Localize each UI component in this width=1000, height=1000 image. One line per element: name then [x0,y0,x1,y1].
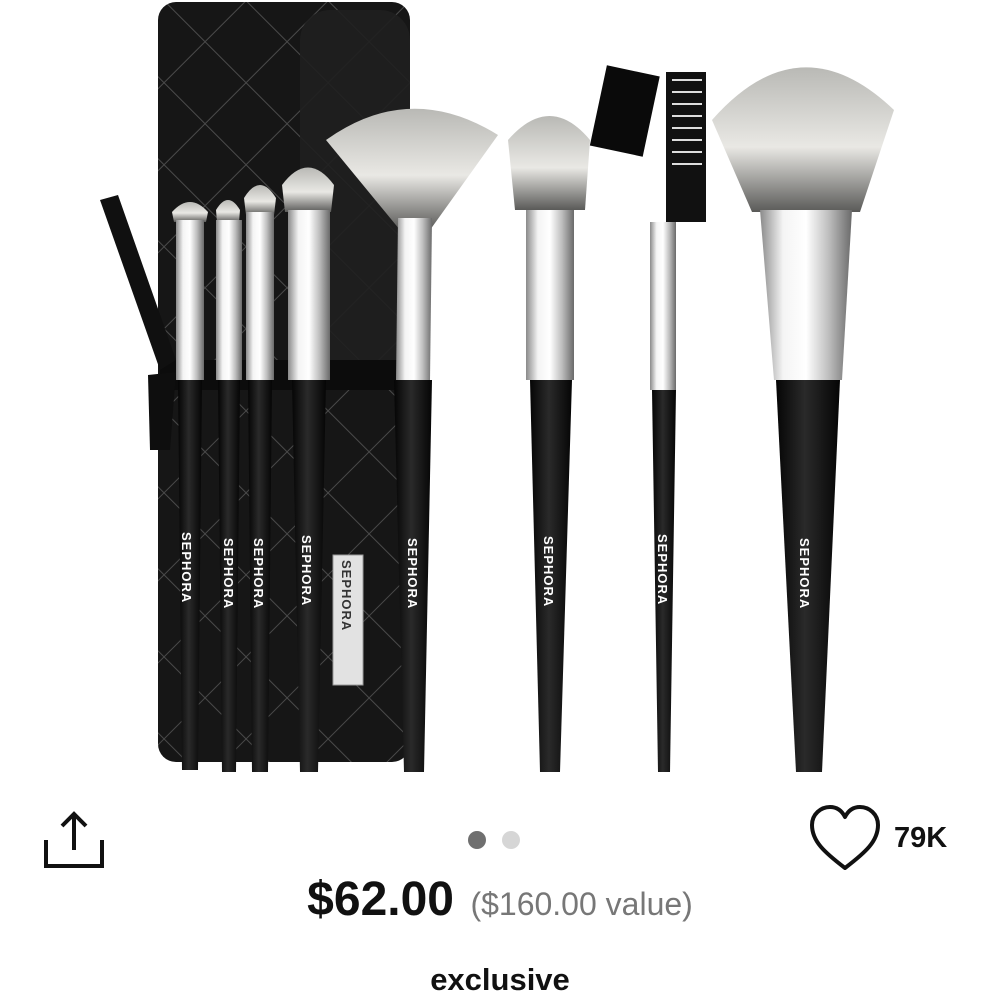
brand-mark: SEPHORA [339,560,354,631]
loves-count: 79K [894,821,948,854]
price-row: $62.00 ($160.00 value) [0,872,1000,927]
share-icon[interactable] [40,806,108,874]
carousel-dot-2[interactable] [502,831,520,849]
exclusive-tag: exclusive [430,962,570,997]
brand-mark: SEPHORA [655,534,670,605]
brand-mark: SEPHORA [299,535,314,606]
brand-mark: SEPHORA [405,538,420,609]
large-powder-brush [712,67,894,772]
brow-comb-brush [589,65,706,772]
price: $62.00 [307,873,454,926]
brand-mark: SEPHORA [179,532,194,603]
powder-brush [508,116,590,772]
carousel-dot-1[interactable] [468,831,486,849]
product-image[interactable]: SEPHORA SEPHORA SEPHORA SEPHORA SEPHORA … [0,0,1000,790]
heart-icon[interactable] [808,804,882,872]
brand-mark: SEPHORA [541,536,556,607]
brand-mark: SEPHORA [797,538,812,609]
carousel-pager [468,830,520,850]
loves-control[interactable]: 79K [808,802,947,874]
brand-mark: SEPHORA [251,538,266,609]
value-text: ($160.00 value) [470,886,693,922]
brand-mark: SEPHORA [221,538,236,609]
